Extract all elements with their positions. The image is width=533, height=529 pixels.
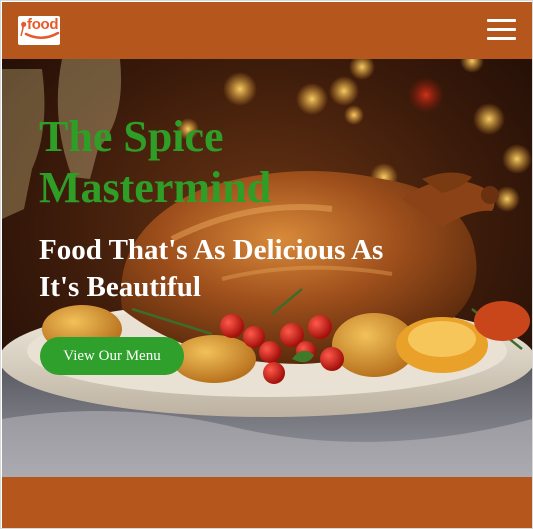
hero-title: The Spice Mastermind <box>39 112 272 212</box>
view-menu-button[interactable]: View Our Menu <box>40 337 184 375</box>
hero-subtitle: Food That's As Delicious As It's Beautif… <box>39 234 384 303</box>
brand-logo[interactable]: food <box>18 16 60 45</box>
navbar: food <box>2 2 532 59</box>
footer-band <box>2 477 532 528</box>
hero-section: The Spice Mastermind Food That's As Deli… <box>2 59 532 477</box>
logo-text: food <box>27 16 59 33</box>
hamburger-menu-icon[interactable] <box>487 16 517 44</box>
page-frame: food The Spice Mastermind Food That's As… <box>0 0 533 529</box>
